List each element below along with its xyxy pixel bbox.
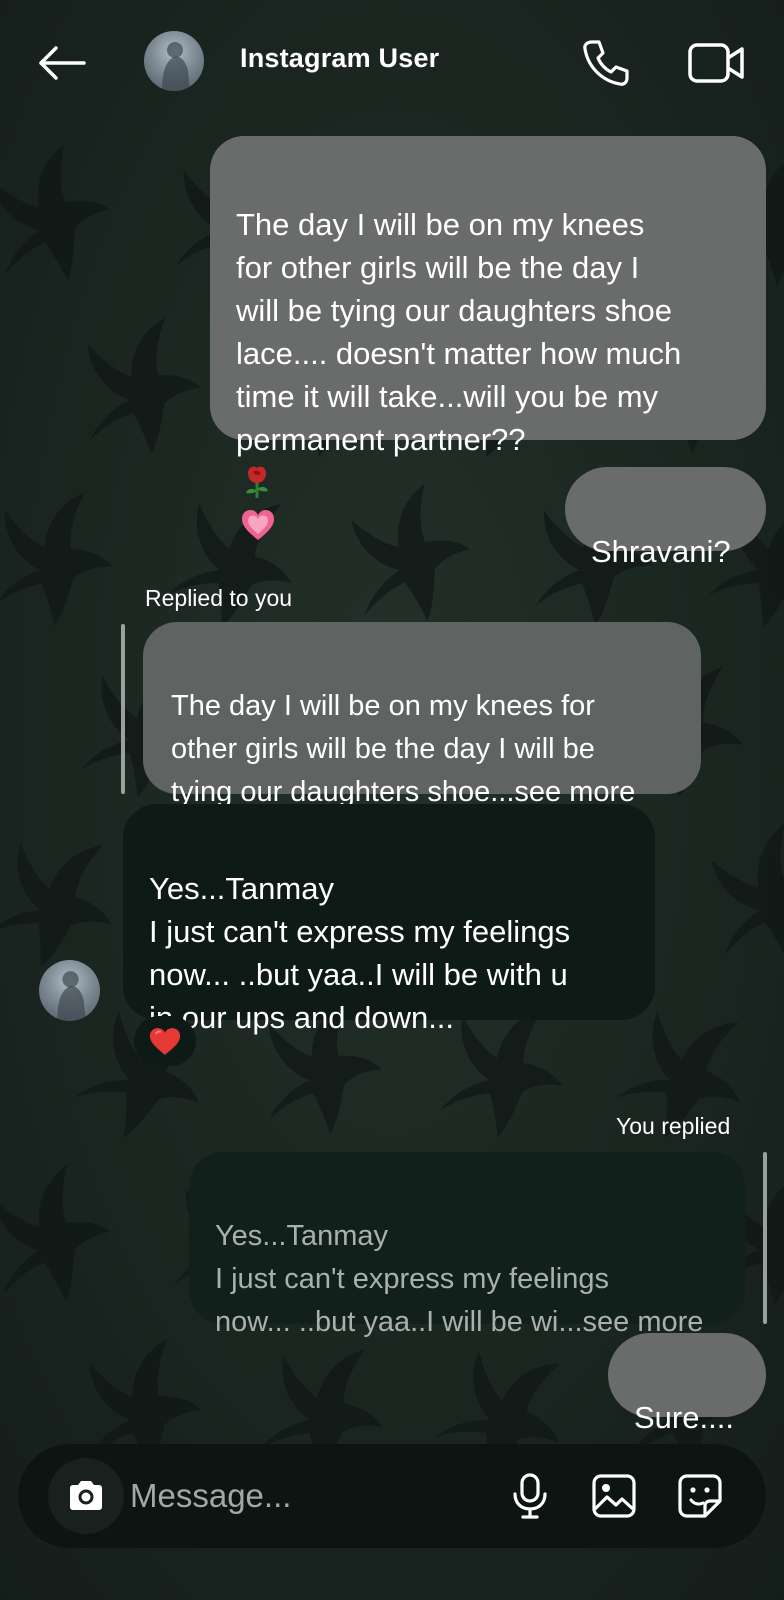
back-button[interactable]: [30, 36, 92, 90]
arrow-left-icon: [39, 46, 86, 80]
avatar-image: [57, 971, 86, 1021]
sent-message[interactable]: Sure....: [608, 1333, 766, 1435]
received-message[interactable]: Yes...Tanmay I just can't express my fee…: [123, 804, 655, 1035]
message-text: Sure....: [634, 1400, 734, 1435]
reply-context-label: Replied to you: [145, 585, 293, 611]
reply-quote-bar: [121, 624, 125, 794]
message-text: The day I will be on my knees for other …: [236, 207, 682, 457]
sticker-button[interactable]: [672, 1468, 728, 1524]
growing-heart-emoji-icon: [242, 510, 274, 540]
contact-name[interactable]: Instagram User: [240, 40, 439, 76]
red-heart-emoji-icon: [149, 1027, 181, 1055]
sent-message[interactable]: Shravani?: [565, 467, 766, 569]
quoted-text: The day I will be on my knees for other …: [171, 690, 636, 808]
message-input[interactable]: [130, 1470, 490, 1522]
avatar-image: [162, 42, 190, 91]
sticker-icon: [678, 1474, 722, 1518]
camera-icon: [70, 1481, 102, 1510]
message-text: Yes...Tanmay I just can't express my fee…: [149, 871, 571, 1035]
contact-avatar[interactable]: [144, 31, 204, 91]
image-icon: [592, 1474, 636, 1518]
video-camera-icon: [688, 43, 744, 83]
sender-avatar[interactable]: [39, 960, 100, 1021]
voice-message-button[interactable]: [502, 1468, 558, 1524]
audio-call-button[interactable]: [576, 34, 634, 92]
reply-quote-bar: [763, 1152, 767, 1324]
phone-icon: [583, 40, 629, 86]
reply-context-label: You replied: [616, 1113, 731, 1139]
quoted-message[interactable]: The day I will be on my knees for other …: [143, 622, 701, 808]
rose-emoji-icon: [246, 466, 268, 498]
message-reaction[interactable]: [134, 1016, 196, 1066]
message-text: Shravani?: [591, 534, 731, 569]
microphone-icon: [513, 1473, 547, 1519]
quoted-text: Yes...Tanmay I just can't express my fee…: [215, 1220, 704, 1338]
chat-header: Instagram User: [0, 0, 784, 120]
gallery-button[interactable]: [586, 1468, 642, 1524]
video-call-button[interactable]: [684, 34, 748, 92]
sent-message[interactable]: The day I will be on my knees for other …: [210, 136, 766, 540]
quoted-message[interactable]: Yes...Tanmay I just can't express my fee…: [189, 1152, 745, 1338]
camera-button[interactable]: [48, 1458, 124, 1534]
message-composer: [18, 1444, 766, 1548]
